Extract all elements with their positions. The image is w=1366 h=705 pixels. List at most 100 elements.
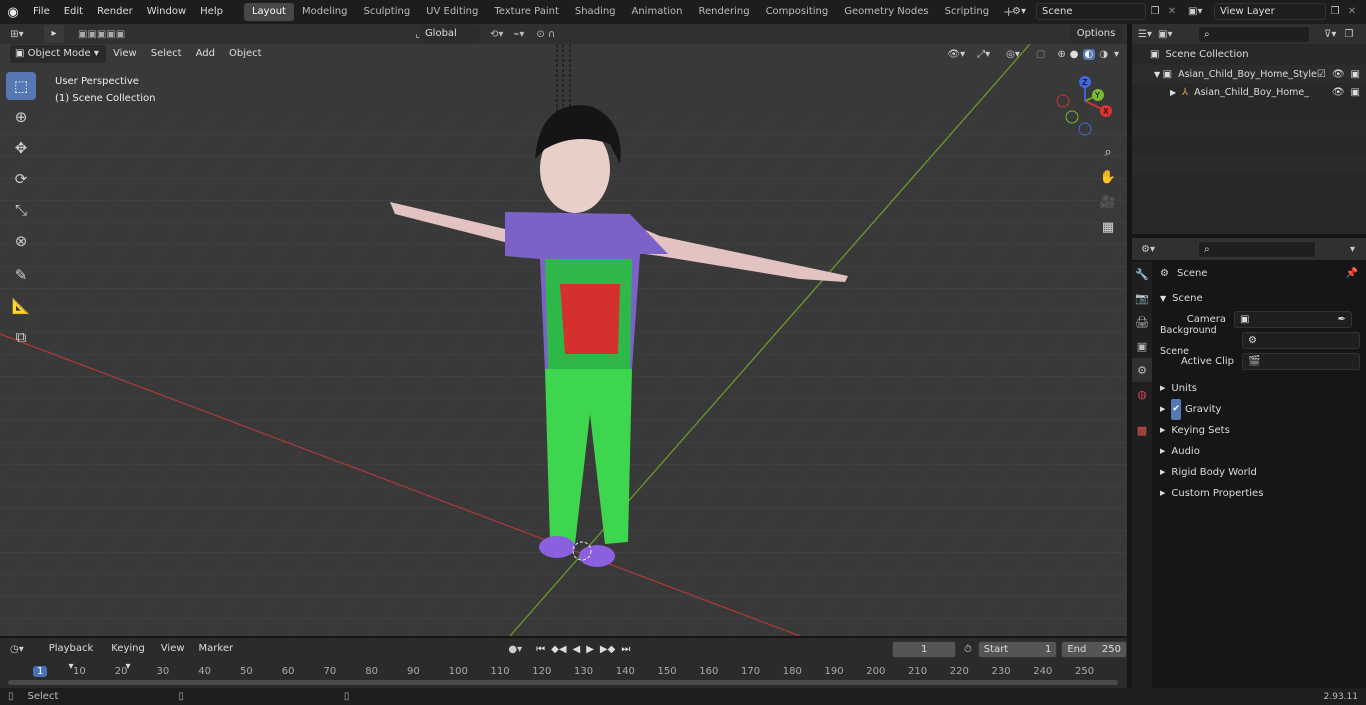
move-tool-icon[interactable]: ✥ [6,134,36,162]
3d-viewport[interactable]: User Perspective (1) Scene Collection X … [0,24,1127,636]
camera-view-icon[interactable]: 🎥 [1098,192,1118,212]
playback-dropdown[interactable]: Playback ▾ [39,640,103,672]
view-layer-tab-icon[interactable]: ▣ [1132,334,1152,358]
xray-icon[interactable]: ▢ [1036,49,1045,60]
output-tab-icon[interactable]: 🖨 [1132,310,1152,334]
tool-tab-icon[interactable]: 🔧 [1132,262,1152,286]
proportional-edit-icon[interactable]: ⊙ ∩ [536,29,555,40]
menu-help[interactable]: Help [193,1,230,23]
tab-layout[interactable]: Layout [243,3,294,21]
cursor-tool-icon[interactable]: ⊕ [6,103,36,131]
gravity-panel[interactable]: ▶ ✔ Gravity [1152,399,1366,420]
jump-start-icon[interactable]: ⏮ [536,644,545,655]
timeline[interactable]: ◷▾ Playback ▾ Keying ▾ View Marker ●▾ ⏮ … [0,638,1128,688]
expand-down-icon[interactable]: ▼ [1154,64,1163,85]
timeline-menu-view[interactable]: View [154,638,192,660]
outliner-search-input[interactable]: ⌕ [1198,25,1310,43]
viewport-menu-object[interactable]: Object [222,43,269,65]
timeline-scrollbar[interactable] [8,680,1118,685]
display-mode-icon[interactable]: ▣▾ [1158,29,1184,40]
new-collection-icon[interactable]: ❐ [1344,29,1353,40]
gravity-checkbox-icon[interactable]: ✔ [1171,399,1181,420]
prev-keyframe-icon[interactable]: ◆◀ [551,644,566,655]
stopwatch-icon[interactable]: ⏱ [964,644,972,655]
expand-right-icon[interactable]: ▶ [1170,82,1182,103]
tab-rendering[interactable]: Rendering [690,3,757,21]
next-keyframe-icon[interactable]: ▶◆ [600,644,615,655]
background-scene-field[interactable]: ⚙ [1242,332,1360,349]
keying-dropdown[interactable]: Keying ▾ [102,640,154,672]
outliner-row[interactable]: ▼ ▣ Asian_Child_Boy_Home_Style ☑ 👁 ▣ [1132,65,1366,83]
tab-scripting[interactable]: Scripting [937,3,997,21]
jump-end-icon[interactable]: ⏭ [621,644,630,655]
menu-file[interactable]: File [26,1,57,23]
select-mode-icons[interactable]: ▣▣▣▣▣ [78,29,125,40]
pivot-icon[interactable]: ⟲▾ [490,29,503,40]
delete-view-layer-icon[interactable]: ✕ [1344,6,1360,17]
tab-animation[interactable]: Animation [624,3,691,21]
ortho-toggle-icon[interactable]: ▦ [1098,217,1118,237]
outliner-editor-icon[interactable]: ☰▾ [1132,29,1158,40]
menu-render[interactable]: Render [90,1,140,23]
viewport-menu-add[interactable]: Add [189,43,222,65]
play-reverse-icon[interactable]: ◀ [573,644,581,655]
record-icon[interactable]: ●▾ [508,644,522,655]
scene-selector[interactable]: ⚙▾ Scene ❐ ✕ [1012,2,1182,20]
select-box-tool-icon[interactable]: ⬚ [6,72,36,100]
outliner-row[interactable]: ▶ ⅄ Asian_Child_Boy_Home_ 👁 ▣ [1132,83,1366,101]
scene-name-field[interactable]: Scene [1036,2,1146,20]
transform-tool-icon[interactable]: ⊗ [6,227,36,255]
view-layer-field[interactable]: View Layer [1214,2,1326,20]
active-clip-field[interactable]: 🎬 [1242,353,1360,370]
navigation-gizmo[interactable]: X Y Z [1050,74,1120,136]
render-tab-icon[interactable]: 📷 [1132,286,1152,310]
view-layer-selector[interactable]: ▣▾ View Layer ❐ ✕ [1188,2,1366,20]
editor-type-icon[interactable]: ⊞▾ [0,29,34,40]
tab-uv-editing[interactable]: UV Editing [418,3,486,21]
rigid-body-world-panel[interactable]: ▶ Rigid Body World [1152,462,1366,483]
start-frame-field[interactable]: Start 1 [977,640,1058,658]
camera-field[interactable]: ▣ ✒ [1234,311,1352,328]
timeline-menu-marker[interactable]: Marker [192,638,241,660]
texture-tab-icon[interactable]: ▩ [1132,418,1152,442]
end-frame-field[interactable]: End 250 [1061,640,1128,658]
viewport-menu-view[interactable]: View [106,43,144,65]
custom-properties-panel[interactable]: ▶ Custom Properties [1152,483,1366,504]
audio-panel[interactable]: ▶ Audio [1152,441,1366,462]
tab-shading[interactable]: Shading [567,3,624,21]
tab-geometry-nodes[interactable]: Geometry Nodes [836,3,936,21]
shading-options-icon[interactable]: ▾ [1114,49,1119,60]
menu-window[interactable]: Window [140,1,193,23]
current-frame-field[interactable]: 1 [892,640,956,658]
tab-modeling[interactable]: Modeling [294,3,356,21]
eye-icon[interactable]: 👁 [1332,82,1345,103]
camera-icon[interactable]: ▣ [1351,82,1360,103]
annotate-tool-icon[interactable]: ✎ [6,261,36,289]
visibility-icon[interactable]: 👁▾ [947,49,965,60]
new-view-layer-icon[interactable]: ❐ [1326,6,1344,17]
shading-wireframe-icon[interactable]: ⊕ [1057,49,1065,60]
add-cube-tool-icon[interactable]: ⧉ [6,323,36,351]
shading-solid-icon[interactable]: ● [1070,49,1079,60]
units-panel[interactable]: ▶ Units [1152,378,1366,399]
tab-compositing[interactable]: Compositing [758,3,837,21]
world-tab-icon[interactable]: ◍ [1132,382,1152,406]
transform-orientation-dropdown[interactable]: Global [419,25,480,43]
scene-section-header[interactable]: ▼ Scene [1152,288,1366,309]
options-dropdown[interactable]: Options [1070,25,1122,43]
shading-material-icon[interactable]: ◐ [1082,48,1096,60]
zoom-icon[interactable]: ⌕ [1098,142,1118,162]
keying-sets-panel[interactable]: ▶ Keying Sets [1152,420,1366,441]
scale-tool-icon[interactable]: ⤡ [6,196,36,224]
scene-tab-icon[interactable]: ⚙ [1132,358,1152,382]
delete-scene-icon[interactable]: ✕ [1164,6,1180,17]
snap-icon[interactable]: ⌁▾ [513,29,524,40]
gizmo-toggle-icon[interactable]: ⤢▾ [977,49,990,60]
mode-dropdown[interactable]: ▣ Object Mode ▾ [10,45,106,63]
properties-editor-icon[interactable]: ⚙▾ [1132,244,1164,255]
pan-hand-icon[interactable]: ✋ [1098,167,1118,187]
outliner-scene-collection[interactable]: ▣ Scene Collection [1132,44,1366,65]
tab-sculpting[interactable]: Sculpting [355,3,418,21]
new-scene-icon[interactable]: ❐ [1146,6,1164,17]
measure-tool-icon[interactable]: 📐 [6,292,36,320]
